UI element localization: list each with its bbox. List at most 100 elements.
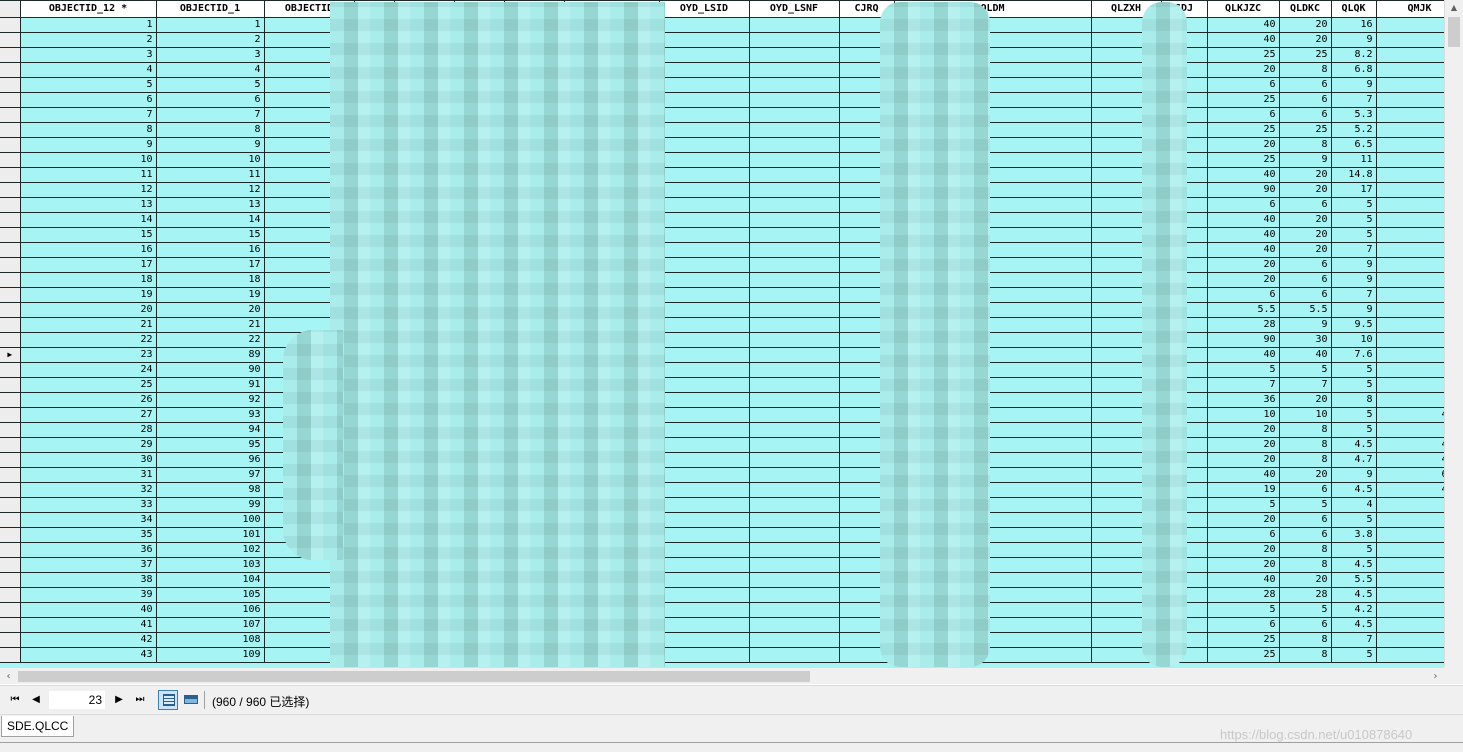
- cell-oyd-lsnf[interactable]: [749, 77, 840, 93]
- cell-qlqk[interactable]: 3.8: [1331, 527, 1377, 543]
- cell-qldm[interactable]: [894, 647, 1092, 663]
- cell-objectid-12[interactable]: 5: [20, 77, 157, 93]
- cell-objectid-12[interactable]: 7: [20, 107, 157, 123]
- cell-oyd-lsnf[interactable]: [749, 377, 840, 393]
- cell-sdj[interactable]: [1161, 647, 1208, 663]
- table-row[interactable]: 1515 402050: [0, 227, 1444, 243]
- cell-qldkc[interactable]: 6: [1279, 92, 1332, 108]
- cell-qldm[interactable]: [894, 617, 1092, 633]
- cell-c-hidden5[interactable]: [564, 482, 660, 498]
- cell-objectid-12[interactable]: 25: [20, 377, 157, 393]
- cell-objectid[interactable]: [264, 632, 355, 648]
- cell-c-hidden4[interactable]: [504, 242, 565, 258]
- cell-oyd-lsid[interactable]: [659, 197, 750, 213]
- cell-c-hidden3[interactable]: [454, 92, 505, 108]
- cell-qlqk[interactable]: 5.2: [1331, 122, 1377, 138]
- row-selector[interactable]: [0, 452, 21, 468]
- cell-oyd-lsid[interactable]: [659, 647, 750, 663]
- cell-qlkjzc[interactable]: 40: [1207, 242, 1280, 258]
- cell-qmjk[interactable]: 0: [1376, 257, 1444, 273]
- cell-qldm[interactable]: [894, 347, 1092, 363]
- cell-c-hidden2[interactable]: [394, 452, 455, 468]
- cell-objectid-12[interactable]: 23: [20, 347, 157, 363]
- cell-sdj[interactable]: [1161, 527, 1208, 543]
- cell-c-hidden5[interactable]: [564, 467, 660, 483]
- cell-qldkc[interactable]: 6: [1279, 77, 1332, 93]
- cell-c-hidden3[interactable]: [454, 407, 505, 423]
- cell-objectid[interactable]: [264, 602, 355, 618]
- cell-oyd-lsid[interactable]: [659, 347, 750, 363]
- row-selector[interactable]: [0, 167, 21, 183]
- column-header-qldkc[interactable]: QLDKC: [1279, 0, 1332, 18]
- cell-objectid-12[interactable]: 20: [20, 302, 157, 318]
- cell-qmjk[interactable]: 0: [1376, 542, 1444, 558]
- cell-c-hidden1[interactable]: [354, 242, 395, 258]
- cell-objectid[interactable]: [264, 497, 355, 513]
- cell-qldkc[interactable]: 8: [1279, 437, 1332, 453]
- cell-qldm[interactable]: [894, 17, 1092, 33]
- row-selector[interactable]: [0, 332, 21, 348]
- cell-qlzxh[interactable]: [1091, 407, 1162, 423]
- cell-c-hidden1[interactable]: [354, 107, 395, 123]
- cell-qlkjzc[interactable]: 25: [1207, 122, 1280, 138]
- cell-qmjk[interactable]: 5: [1376, 422, 1444, 438]
- cell-objectid-1[interactable]: 101: [156, 527, 265, 543]
- cell-qmjk[interactable]: 0: [1376, 632, 1444, 648]
- cell-qlzxh[interactable]: [1091, 257, 1162, 273]
- cell-objectid-1[interactable]: 104: [156, 572, 265, 588]
- cell-qldkc[interactable]: 8: [1279, 542, 1332, 558]
- cell-qlqk[interactable]: 4.5: [1331, 587, 1377, 603]
- cell-cjrq[interactable]: [839, 137, 895, 153]
- cell-qlqk[interactable]: 5: [1331, 377, 1377, 393]
- cell-c-hidden3[interactable]: [454, 347, 505, 363]
- cell-c-hidden2[interactable]: [394, 272, 455, 288]
- cell-oyd-lsnf[interactable]: [749, 602, 840, 618]
- cell-objectid-12[interactable]: 10: [20, 152, 157, 168]
- cell-qlzxh[interactable]: [1091, 317, 1162, 333]
- cell-c-hidden1[interactable]: [354, 497, 395, 513]
- cell-oyd-lsid[interactable]: [659, 452, 750, 468]
- cell-c-hidden3[interactable]: [454, 287, 505, 303]
- cell-objectid[interactable]: [264, 92, 355, 108]
- cell-oyd-lsid[interactable]: [659, 302, 750, 318]
- cell-c-hidden2[interactable]: [394, 227, 455, 243]
- cell-qmjk[interactable]: 0: [1376, 332, 1444, 348]
- cell-objectid-12[interactable]: 37: [20, 557, 157, 573]
- cell-c-hidden3[interactable]: [454, 212, 505, 228]
- cell-c-hidden2[interactable]: [394, 587, 455, 603]
- cell-qldkc[interactable]: 25: [1279, 47, 1332, 63]
- cell-objectid-12[interactable]: 43: [20, 647, 157, 663]
- cell-c-hidden1[interactable]: [354, 92, 395, 108]
- cell-c-hidden3[interactable]: [454, 62, 505, 78]
- cell-objectid[interactable]: [264, 647, 355, 663]
- cell-qlzxh[interactable]: [1091, 212, 1162, 228]
- cell-qlkjzc[interactable]: 20: [1207, 272, 1280, 288]
- cell-c-hidden5[interactable]: [564, 407, 660, 423]
- cell-c-hidden3[interactable]: [454, 632, 505, 648]
- cell-oyd-lsid[interactable]: [659, 482, 750, 498]
- cell-qlqk[interactable]: 11: [1331, 152, 1377, 168]
- cell-qlkjzc[interactable]: 6: [1207, 77, 1280, 93]
- cell-objectid-1[interactable]: 108: [156, 632, 265, 648]
- cell-oyd-lsid[interactable]: [659, 92, 750, 108]
- cell-qldkc[interactable]: 6: [1279, 287, 1332, 303]
- cell-oyd-lsid[interactable]: [659, 407, 750, 423]
- cell-qlzxh[interactable]: [1091, 527, 1162, 543]
- cell-oyd-lsid[interactable]: [659, 287, 750, 303]
- cell-c-hidden2[interactable]: [394, 362, 455, 378]
- cell-c-hidden1[interactable]: [354, 77, 395, 93]
- cell-qlzxh[interactable]: [1091, 287, 1162, 303]
- cell-qlkjzc[interactable]: 5: [1207, 497, 1280, 513]
- cell-objectid-1[interactable]: 103: [156, 557, 265, 573]
- cell-qlqk[interactable]: 5: [1331, 362, 1377, 378]
- cell-oyd-lsnf[interactable]: [749, 437, 840, 453]
- cell-qldm[interactable]: [894, 377, 1092, 393]
- cell-qlzxh[interactable]: [1091, 302, 1162, 318]
- table-row[interactable]: 1414 402050: [0, 212, 1444, 228]
- cell-objectid-1[interactable]: 105: [156, 587, 265, 603]
- cell-c-hidden1[interactable]: [354, 152, 395, 168]
- cell-qlqk[interactable]: 4.7: [1331, 452, 1377, 468]
- table-row[interactable]: 8825255.20: [0, 122, 1444, 138]
- cell-oyd-lsnf[interactable]: [749, 92, 840, 108]
- cell-c-hidden4[interactable]: [504, 362, 565, 378]
